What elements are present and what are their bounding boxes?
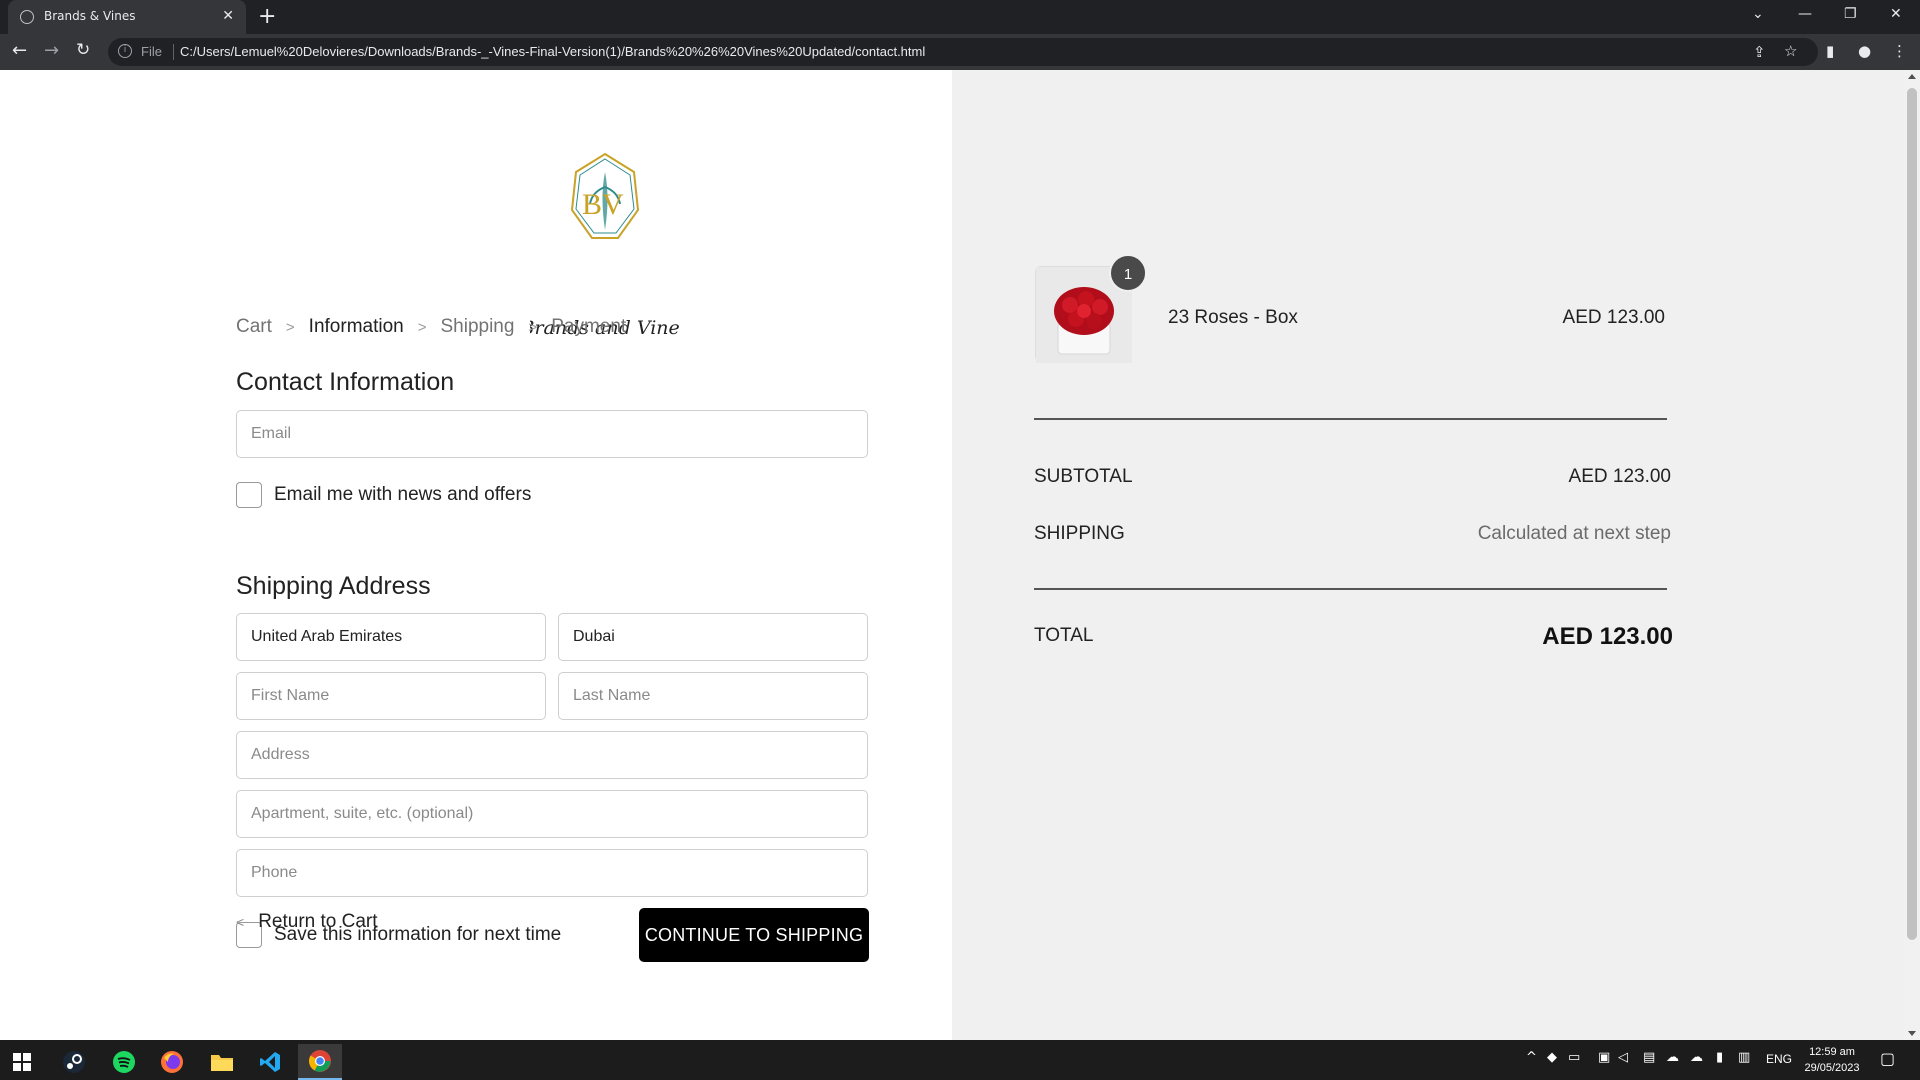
display-icon[interactable]: ▤ [1643, 1050, 1655, 1065]
phone-field[interactable] [236, 849, 868, 897]
chrome-app[interactable] [298, 1044, 342, 1080]
close-tab-icon[interactable]: ✕ [222, 8, 234, 24]
apartment-field[interactable] [236, 790, 868, 838]
reload-icon[interactable]: ↻ [76, 40, 90, 60]
newsletter-label: Email me with news and offers [274, 484, 532, 505]
new-tab-button[interactable]: + [258, 4, 276, 29]
newsletter-checkbox[interactable] [236, 482, 262, 508]
subtotal-value: AED 123.00 [1568, 466, 1671, 487]
windows-taskbar: ^ ◆ ▭ ▣ ◁ ▤ ☁ ☁ ▮ ▥ ENG 12:59 am 29/05/2… [0, 1040, 1920, 1080]
scroll-down-icon[interactable] [1908, 1031, 1916, 1036]
notifications-icon[interactable]: ▢ [1880, 1049, 1895, 1068]
address-bar[interactable]: i File C:/Users/Lemuel%20Delovieres/Down… [108, 38, 1818, 66]
back-icon[interactable]: ← [12, 40, 27, 61]
breadcrumb-separator: > [417, 318, 427, 336]
url-text[interactable]: C:/Users/Lemuel%20Delovieres/Downloads/B… [180, 44, 925, 59]
last-name-field[interactable] [558, 672, 868, 720]
file-explorer-app[interactable] [200, 1044, 244, 1080]
windows-logo-icon [13, 1053, 31, 1071]
city-field[interactable] [558, 613, 868, 661]
breadcrumb-separator: > [285, 318, 295, 336]
browser-tab[interactable]: Brands & Vines ✕ [8, 0, 246, 34]
country-field[interactable] [236, 613, 546, 661]
camera-icon[interactable]: ▣ [1598, 1050, 1610, 1065]
breadcrumb-information: Information [308, 316, 404, 337]
breadcrumb: Cart > Information > Shipping > Payment [236, 316, 626, 338]
total-label: TOTAL [1034, 625, 1094, 646]
start-button[interactable] [0, 1044, 44, 1080]
battery-icon[interactable]: ▭ [1568, 1050, 1580, 1065]
firefox-icon [161, 1051, 183, 1073]
clock-date: 29/05/2023 [1804, 1062, 1860, 1074]
share-icon[interactable]: ⇪ [1753, 43, 1766, 61]
tab-search-icon[interactable]: ⌄ [1752, 6, 1764, 22]
microphone-app-icon[interactable]: ◆ [1547, 1050, 1557, 1065]
chevron-left-icon: < [236, 914, 245, 930]
page-scrollbar[interactable] [1904, 70, 1920, 1040]
menu-icon[interactable]: ⋮ [1892, 42, 1907, 60]
spotify-icon [113, 1051, 135, 1073]
bookmark-star-icon[interactable]: ☆ [1784, 42, 1797, 60]
close-window-icon[interactable]: ✕ [1890, 6, 1902, 22]
restore-icon[interactable]: ❐ [1844, 6, 1857, 22]
breadcrumb-shipping[interactable]: Shipping [440, 316, 514, 338]
network-icon[interactable]: ▥ [1738, 1050, 1750, 1065]
tab-title: Brands & Vines [44, 9, 136, 23]
side-panel-icon[interactable]: ▮ [1826, 42, 1834, 60]
taskbar-clock[interactable]: 12:59 am 29/05/2023 [1800, 1044, 1864, 1076]
return-to-cart-label: Return to Cart [258, 911, 378, 932]
breadcrumb-cart[interactable]: Cart [236, 316, 272, 338]
order-summary-panel [952, 70, 1904, 1040]
forward-icon[interactable]: → [44, 40, 59, 61]
show-hidden-icons[interactable]: ^ [1526, 1050, 1537, 1065]
product-name: 23 Roses - Box [1168, 307, 1298, 328]
firefox-app[interactable] [150, 1044, 194, 1080]
checkout-page: BV Brands and Vines Cart > Information >… [0, 70, 1920, 1040]
breadcrumb-payment[interactable]: Payment [551, 316, 626, 338]
summary-divider [1034, 588, 1667, 590]
contact-information-heading: Contact Information [236, 368, 455, 396]
shipping-label: SHIPPING [1034, 523, 1125, 544]
continue-to-shipping-button[interactable]: CONTINUE TO SHIPPING [639, 908, 869, 962]
summary-divider [1034, 418, 1667, 420]
total-value: AED 123.00 [1542, 623, 1673, 650]
browser-toolbar: ← → ↻ i File C:/Users/Lemuel%20Deloviere… [0, 34, 1920, 70]
quantity-badge: 1 [1109, 254, 1147, 292]
email-field[interactable] [236, 410, 868, 458]
shipping-value: Calculated at next step [1477, 523, 1671, 544]
first-name-field[interactable] [236, 672, 546, 720]
steam-app[interactable] [52, 1044, 96, 1080]
chrome-icon [309, 1050, 331, 1072]
return-to-cart-link[interactable]: < Return to Cart [236, 911, 378, 933]
address-field[interactable] [236, 731, 868, 779]
shipping-address-heading: Shipping Address [236, 572, 431, 600]
vscode-app[interactable] [248, 1044, 292, 1080]
clock-time: 12:59 am [1809, 1046, 1855, 1058]
scrollbar-thumb[interactable] [1907, 88, 1917, 940]
language-indicator[interactable]: ENG [1766, 1052, 1792, 1066]
steam-icon [63, 1051, 85, 1073]
cloud-icon[interactable]: ☁ [1690, 1050, 1703, 1065]
file-scheme-label: File [141, 44, 162, 59]
onedrive-icon[interactable]: ☁ [1666, 1050, 1679, 1065]
folder-icon [211, 1055, 233, 1071]
profile-icon[interactable]: ● [1858, 42, 1871, 60]
logo-monogram: BV [582, 188, 624, 221]
newsletter-option: Email me with news and offers [236, 482, 531, 508]
browser-tab-strip: Brands & Vines ✕ + ⌄ — ❐ ✕ [0, 0, 1920, 34]
omnibox-divider [173, 44, 174, 60]
product-price: AED 123.00 [1562, 307, 1665, 328]
site-info-icon[interactable]: i [118, 44, 132, 58]
subtotal-label: SUBTOTAL [1034, 466, 1133, 487]
vscode-icon [260, 1052, 280, 1072]
breadcrumb-separator: > [528, 318, 538, 336]
globe-icon [20, 10, 34, 24]
mic-icon[interactable]: ▮ [1716, 1050, 1723, 1065]
minimize-icon[interactable]: — [1798, 6, 1812, 22]
scroll-up-icon[interactable] [1908, 74, 1916, 79]
spotify-app[interactable] [102, 1044, 146, 1080]
volume-icon[interactable]: ◁ [1618, 1050, 1628, 1065]
